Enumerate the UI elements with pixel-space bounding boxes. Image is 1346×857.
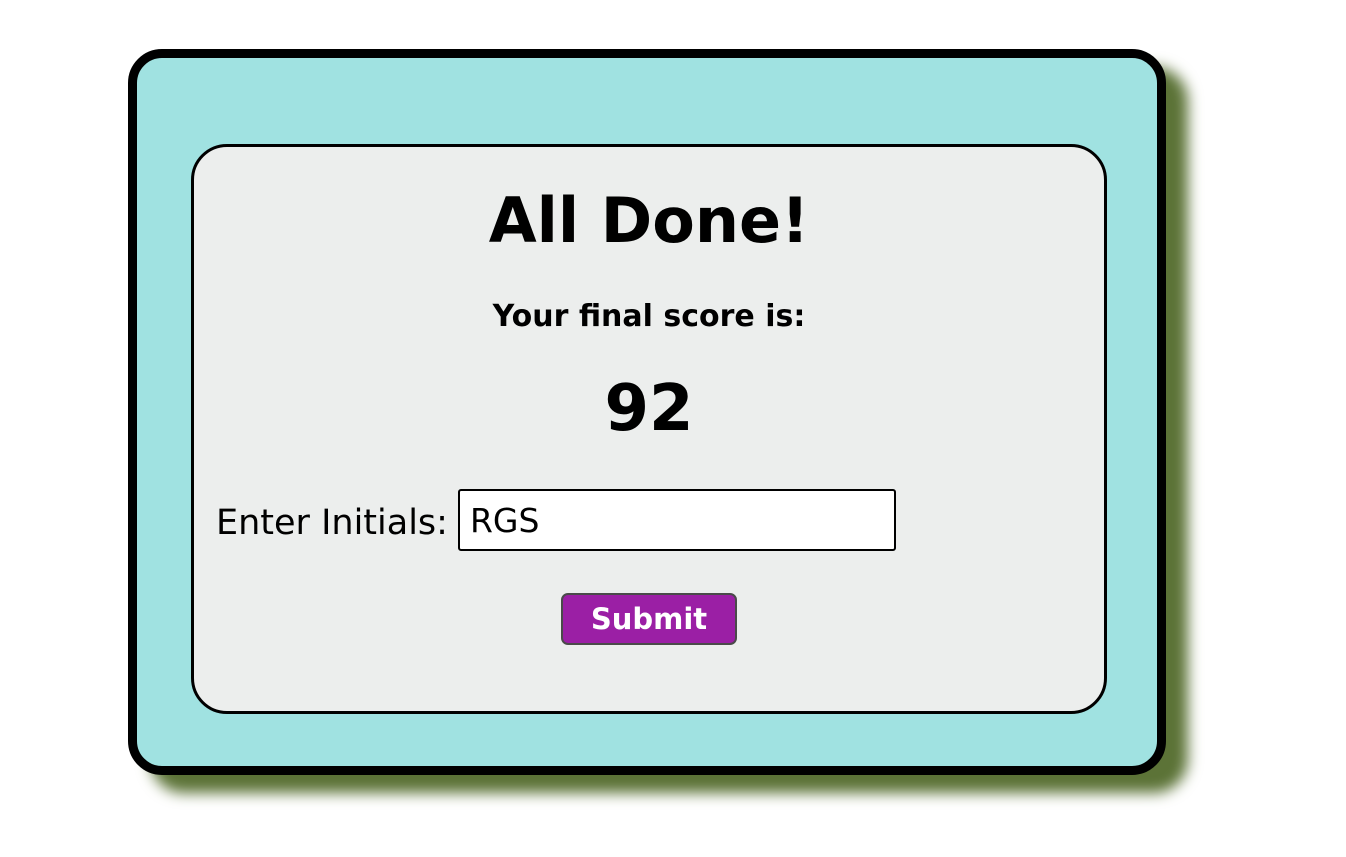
page-title: All Done!	[488, 184, 810, 257]
quiz-card: All Done! Your final score is: 92 Enter …	[128, 49, 1166, 775]
score-label: Your final score is:	[492, 299, 806, 334]
results-panel: All Done! Your final score is: 92 Enter …	[191, 144, 1107, 714]
submit-button[interactable]: Submit	[561, 593, 737, 645]
initials-input[interactable]	[458, 489, 896, 551]
initials-label: Enter Initials:	[216, 503, 448, 543]
final-score: 92	[604, 372, 694, 446]
